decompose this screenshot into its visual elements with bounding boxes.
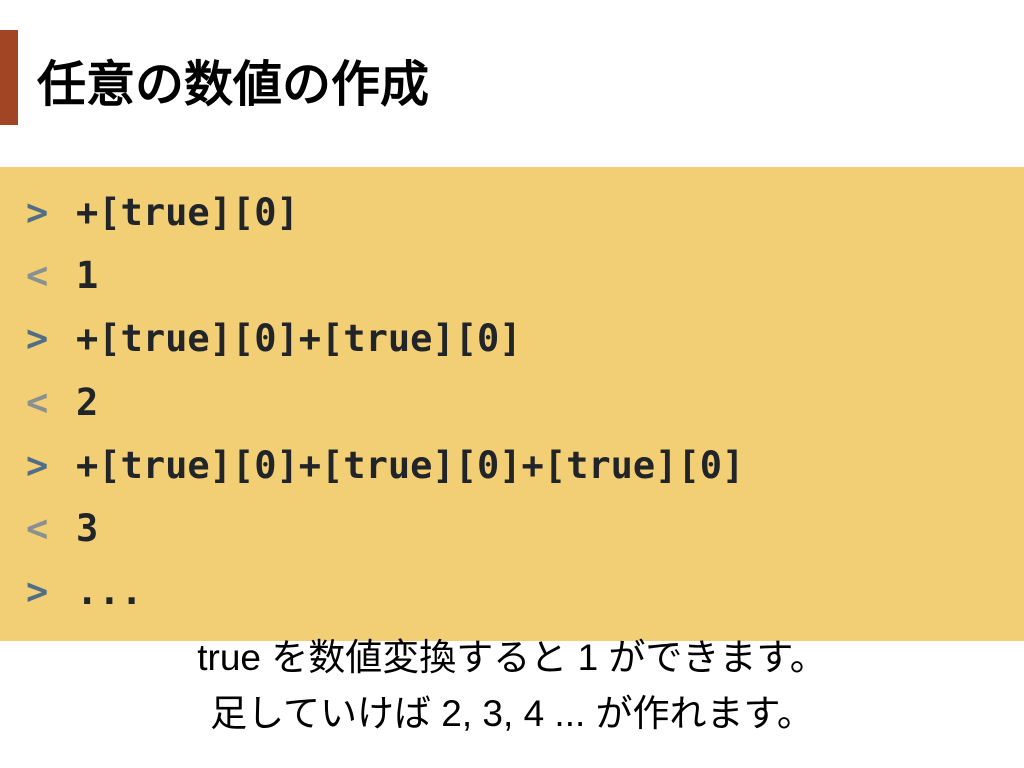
console-row: > ... [0, 560, 1024, 623]
console-code: +[true][0]+[true][0]+[true][0] [76, 436, 744, 495]
console-code: ... [76, 562, 143, 621]
prompt-output-icon: < [26, 246, 76, 305]
console-block: > +[true][0] < 1 > +[true][0]+[true][0] … [0, 167, 1024, 641]
prompt-input-icon: > [26, 183, 76, 242]
console-row: > +[true][0]+[true][0]+[true][0] [0, 434, 1024, 497]
console-row: < 1 [0, 244, 1024, 307]
prompt-output-icon: < [26, 373, 76, 432]
console-code: +[true][0] [76, 183, 299, 242]
console-output: 2 [76, 373, 98, 432]
caption-line: 足していけば 2, 3, 4 ... が作れます。 [0, 686, 1024, 742]
accent-bar [0, 30, 18, 125]
caption-line: true を数値変換すると 1 ができます。 [0, 630, 1024, 686]
caption: true を数値変換すると 1 ができます。 足していけば 2, 3, 4 ..… [0, 630, 1024, 741]
console-code: +[true][0]+[true][0] [76, 309, 522, 368]
console-row: < 2 [0, 371, 1024, 434]
console-output: 1 [76, 246, 98, 305]
console-row: > +[true][0]+[true][0] [0, 307, 1024, 370]
slide: 任意の数値の作成 > +[true][0] < 1 > +[true][0]+[… [0, 0, 1024, 768]
page-title: 任意の数値の作成 [37, 45, 429, 116]
prompt-input-icon: > [26, 309, 76, 368]
prompt-input-icon: > [26, 562, 76, 621]
prompt-output-icon: < [26, 499, 76, 558]
console-row: < 3 [0, 497, 1024, 560]
prompt-input-icon: > [26, 436, 76, 495]
console-output: 3 [76, 499, 98, 558]
console-row: > +[true][0] [0, 181, 1024, 244]
